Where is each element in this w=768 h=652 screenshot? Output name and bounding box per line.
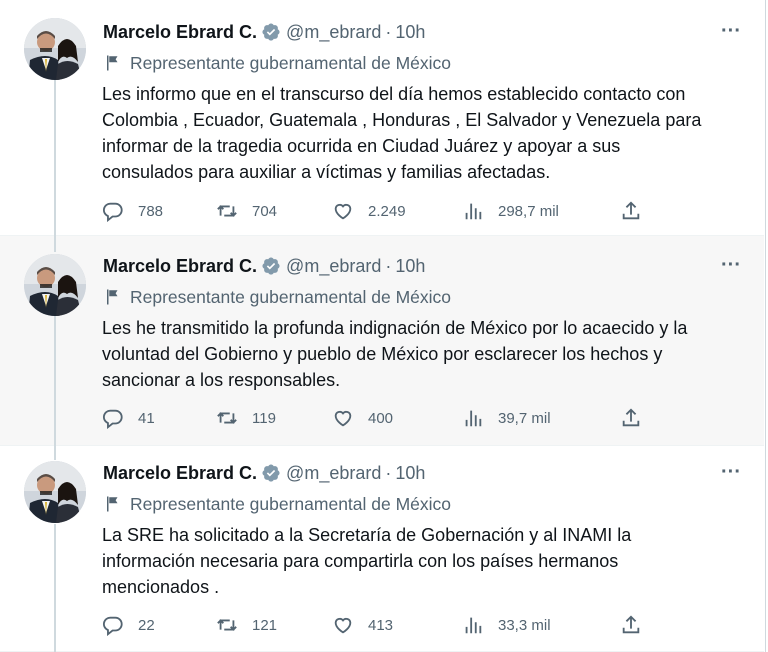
thread-connector (54, 236, 56, 252)
retweet-icon (217, 619, 237, 631)
tweet-thread: Marcelo Ebrard C. @m_ebrard · 10h ··· Re… (0, 0, 768, 652)
author-name[interactable]: Marcelo Ebrard C. (103, 256, 257, 277)
share-icon (622, 615, 640, 634)
tweet-header: Marcelo Ebrard C. @m_ebrard · 10h (103, 19, 425, 45)
affiliation-label: Representante gubernamental de México (104, 52, 451, 74)
affiliation-label: Representante gubernamental de México (104, 286, 451, 308)
thread-connector (54, 524, 56, 652)
author-handle[interactable]: @m_ebrard (286, 463, 381, 484)
tweet-header: Marcelo Ebrard C. @m_ebrard · 10h (103, 253, 425, 279)
verified-badge-icon[interactable] (261, 463, 281, 483)
thread-connector (54, 446, 56, 460)
affiliation-text: Representante gubernamental de México (130, 493, 452, 514)
avatar-photo (24, 461, 86, 523)
flag-icon (104, 495, 122, 513)
timestamp[interactable]: 10h (395, 256, 425, 277)
retweet-button[interactable]: 704 (216, 199, 277, 223)
share-button[interactable] (620, 199, 642, 223)
retweet-count: 119 (252, 409, 276, 427)
like-button[interactable]: 400 (332, 406, 393, 430)
views-count: 39,7 mil (498, 409, 551, 427)
retweet-icon (217, 412, 237, 424)
avatar[interactable] (24, 18, 86, 80)
more-options-icon[interactable]: ··· (720, 462, 742, 487)
tweet-3[interactable]: Marcelo Ebrard C. @m_ebrard · 10h ··· Re… (0, 446, 764, 652)
more-options-icon[interactable]: ··· (720, 21, 742, 46)
tweet-actions: 22 121 413 33,3 mil (102, 613, 642, 637)
views-chart-icon (465, 617, 482, 634)
reply-button[interactable]: 788 (102, 199, 163, 223)
tweet-1[interactable]: Marcelo Ebrard C. @m_ebrard · 10h ··· Re… (0, 0, 764, 236)
heart-icon (334, 203, 352, 220)
affiliation-text: Representante gubernamental de México (130, 286, 452, 307)
like-count: 400 (368, 409, 394, 427)
reply-icon (102, 202, 123, 222)
reply-icon (102, 616, 123, 636)
author-name[interactable]: Marcelo Ebrard C. (103, 22, 257, 43)
share-icon (622, 408, 640, 427)
flag-icon (104, 288, 122, 306)
author-handle[interactable]: @m_ebrard (286, 256, 381, 277)
author-handle[interactable]: @m_ebrard (286, 22, 381, 43)
timestamp[interactable]: 10h (395, 463, 425, 484)
retweet-icon (217, 205, 237, 217)
like-button[interactable]: 2.249 (332, 199, 406, 223)
retweet-count: 121 (252, 616, 278, 634)
verified-badge-icon[interactable] (261, 22, 281, 42)
like-button[interactable]: 413 (332, 613, 393, 637)
verified-badge-icon[interactable] (261, 256, 281, 276)
more-options-icon[interactable]: ··· (720, 255, 742, 280)
views-button[interactable]: 298,7 mil (462, 199, 559, 223)
separator-dot: · (385, 21, 392, 42)
views-button[interactable]: 39,7 mil (462, 406, 551, 430)
avatar[interactable] (24, 461, 86, 523)
flag-icon (104, 54, 122, 72)
tweet-2[interactable]: Marcelo Ebrard C. @m_ebrard · 10h ··· Re… (0, 236, 764, 446)
separator-dot: · (385, 462, 392, 483)
tweet-text: Les he transmitido la profunda indignaci… (102, 318, 688, 390)
share-icon (622, 201, 640, 220)
reply-count: 788 (138, 202, 164, 220)
separator-dot: · (385, 255, 392, 276)
reply-count: 22 (138, 616, 155, 634)
share-button[interactable] (620, 613, 642, 637)
views-count: 33,3 mil (498, 616, 551, 634)
views-button[interactable]: 33,3 mil (462, 613, 551, 637)
thread-connector (54, 80, 56, 236)
share-button[interactable] (620, 406, 642, 430)
heart-icon (334, 410, 352, 427)
tweet-header: Marcelo Ebrard C. @m_ebrard · 10h (103, 460, 425, 486)
reply-count: 41 (138, 409, 155, 427)
like-count: 413 (368, 616, 394, 634)
views-count: 298,7 mil (498, 202, 559, 220)
views-chart-icon (465, 410, 482, 427)
tweet-actions: 788 704 2.249 298,7 mil (102, 199, 642, 223)
retweet-count: 704 (252, 202, 278, 220)
reply-icon (102, 409, 123, 429)
reply-button[interactable]: 22 (102, 613, 155, 637)
timeline-border (765, 0, 766, 652)
avatar-photo (24, 18, 86, 80)
views-chart-icon (465, 203, 482, 220)
avatar-photo (24, 254, 86, 316)
like-count: 2.249 (368, 202, 406, 220)
author-name[interactable]: Marcelo Ebrard C. (103, 463, 257, 484)
tweet-text: La SRE ha solicitado a la Secretaría de … (102, 525, 632, 597)
avatar[interactable] (24, 254, 86, 316)
retweet-button[interactable]: 119 (216, 406, 276, 430)
reply-button[interactable]: 41 (102, 406, 155, 430)
tweet-text: Les informo que en el transcurso del día… (102, 84, 702, 182)
tweet-actions: 41 119 400 39,7 mil (102, 406, 642, 430)
affiliation-label: Representante gubernamental de México (104, 493, 451, 515)
affiliation-text: Representante gubernamental de México (130, 52, 452, 73)
thread-connector (54, 316, 56, 446)
timestamp[interactable]: 10h (395, 22, 425, 43)
retweet-button[interactable]: 121 (216, 613, 277, 637)
heart-icon (334, 617, 352, 634)
